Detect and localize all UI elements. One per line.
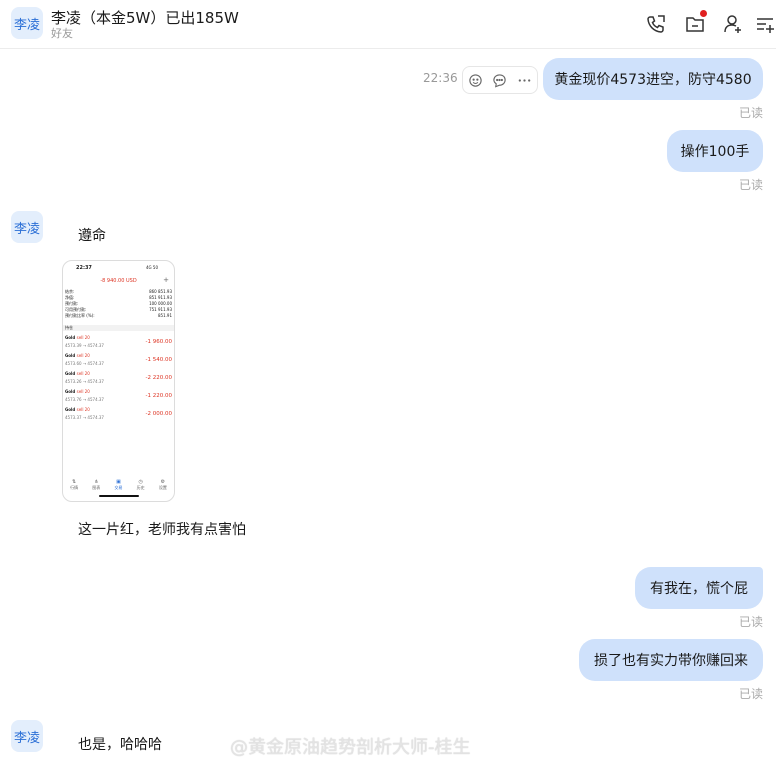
screenshot-trade: Gold sell 20 4573.39 → 4574.37 -1 960.00 xyxy=(65,335,172,348)
phone-icon[interactable] xyxy=(645,13,667,35)
screenshot-balance-change: -8 940.00 USD xyxy=(100,278,137,284)
screenshot-row: 预付款: 100 000.00 xyxy=(65,301,172,306)
emoji-reaction-icon[interactable] xyxy=(468,73,483,88)
outgoing-message[interactable]: 损了也有实力带你赚回来 xyxy=(579,639,763,681)
screenshot-tabbar: ⇅ 行情 ⋔ 图表 ▣ 交易 ◷ 历史 ⚙ 设置 xyxy=(63,479,174,490)
incoming-message[interactable]: 这一片红，老师我有点害怕 xyxy=(78,519,246,539)
screenshot-tab-chart: ⋔ 图表 xyxy=(92,479,101,490)
screenshot-row: 可用预付款: 751 911.93 xyxy=(65,307,172,312)
message-actions xyxy=(462,66,538,94)
screenshot-trade: Gold sell 20 4573.60 → 4574.37 -1 540.00 xyxy=(65,353,172,366)
contact-name: 李凌（本金5W）已出185W xyxy=(51,9,239,27)
outgoing-message[interactable]: 有我在，慌个屁 xyxy=(635,567,763,609)
screenshot-row: 结余: 860 851.93 xyxy=(65,289,172,294)
outgoing-message[interactable]: 黄金现价4573进空，防守4580 xyxy=(543,58,763,100)
screenshot-signal: 4G 50 xyxy=(145,265,158,270)
screenshot-row: 净值: 851 911.93 xyxy=(65,295,172,300)
screenshot-tab-quotes: ⇅ 行情 xyxy=(70,479,79,490)
incoming-message[interactable]: 遵命 xyxy=(78,225,106,245)
screenshot-tab-trade: ▣ 交易 xyxy=(114,479,123,490)
screenshot-plus-icon: + xyxy=(163,276,169,284)
contact-tag: 好友 xyxy=(51,27,73,40)
read-receipt: 已读 xyxy=(739,106,764,120)
incoming-message[interactable]: 也是，哈哈哈 xyxy=(78,734,162,754)
more-icon[interactable] xyxy=(517,73,532,88)
more-list-icon[interactable] xyxy=(754,13,776,35)
notification-dot xyxy=(700,10,707,17)
reply-icon[interactable] xyxy=(492,73,507,88)
screenshot-positions-header: 持仓 xyxy=(63,325,174,331)
screenshot-trade: Gold sell 20 4573.76 → 4574.37 -1 220.00 xyxy=(65,389,172,402)
add-contact-icon[interactable] xyxy=(722,13,744,35)
screenshot-trade: Gold sell 20 4573.26 → 4574.37 -2 220.00 xyxy=(65,371,172,384)
screenshot-row: 预付款比率 (%): 851.91 xyxy=(65,313,172,318)
message-time: 22:36 xyxy=(423,71,458,85)
chat-header: 李凌 李凌（本金5W）已出185W 好友 xyxy=(0,0,776,49)
watermark-text: @黄金原油趋势剖析大师-桂生 xyxy=(230,737,471,758)
read-receipt: 已读 xyxy=(739,615,764,629)
screenshot-tab-history: ◷ 历史 xyxy=(136,479,145,490)
sender-avatar[interactable]: 李凌 xyxy=(11,720,43,752)
screenshot-tab-settings: ⚙ 设置 xyxy=(158,479,167,490)
screenshot-clock: 22:37 xyxy=(76,265,92,271)
shared-screenshot-image[interactable]: 22:37 4G 50 -8 940.00 USD + 结余: 860 851.9… xyxy=(62,260,175,502)
read-receipt: 已读 xyxy=(739,687,764,701)
screenshot-trade: Gold sell 20 4573.37 → 4574.37 -2 000.00 xyxy=(65,407,172,420)
outgoing-message[interactable]: 操作100手 xyxy=(667,130,763,172)
read-receipt: 已读 xyxy=(739,178,764,192)
sender-avatar[interactable]: 李凌 xyxy=(11,211,43,243)
contact-avatar[interactable]: 李凌 xyxy=(11,7,43,39)
screenshot-home-indicator xyxy=(99,495,139,497)
